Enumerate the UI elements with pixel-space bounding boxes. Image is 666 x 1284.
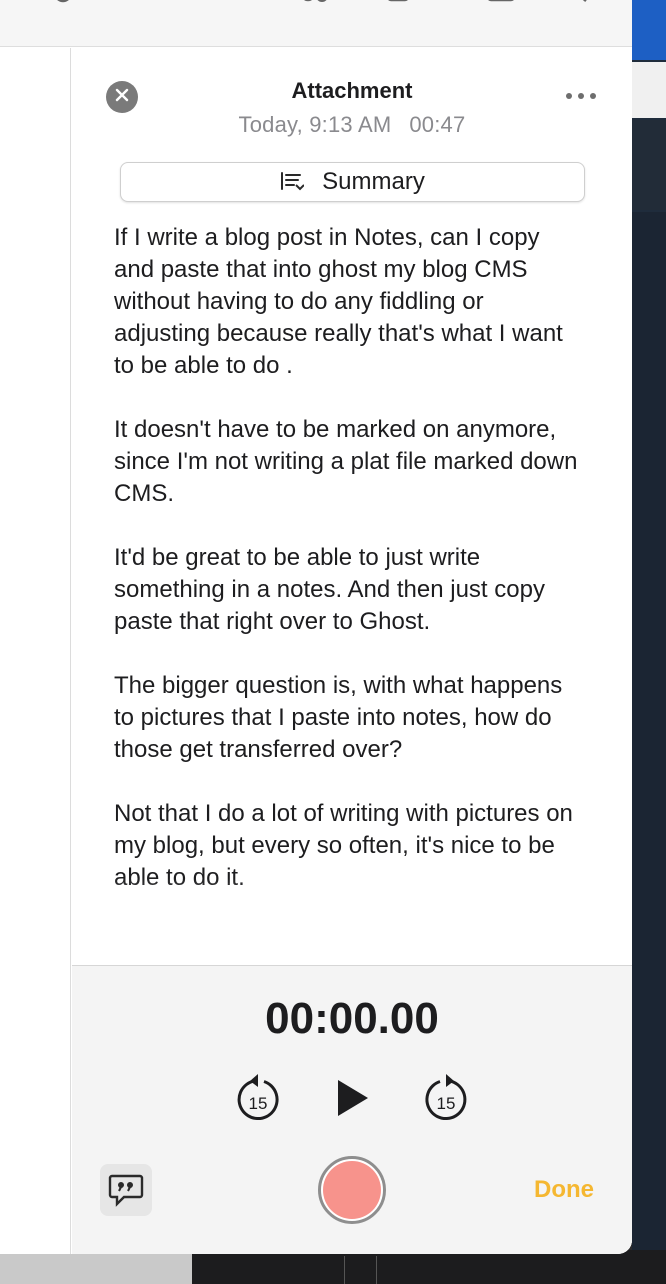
play-button[interactable] [334,1078,372,1118]
transcript-toggle-button[interactable] [100,1164,152,1216]
summary-label: Summary [322,168,425,195]
desktop-background [632,0,666,1284]
transcript-quote-bubble-icon [108,1174,144,1207]
skip-forward-button[interactable]: 15 [422,1074,470,1124]
summary-list-icon [280,171,305,193]
skip-back-15-icon: 15 [237,1074,279,1121]
attachment-panel: Attachment Today, 9:13 AM 00:47 Summary I… [72,48,632,1254]
attachment-meta: Today, 9:13 AM 00:47 [72,112,632,138]
play-icon [338,1080,368,1116]
skip-back-button[interactable]: 15 [234,1074,282,1124]
notes-toolbar [0,0,632,47]
ellipsis-icon [564,93,598,110]
skip-forward-15-icon: 15 [425,1074,467,1121]
attachment-date: Today, 9:13 AM [238,112,392,137]
transcript-paragraph: Not that I do a lot of writing with pict… [114,800,573,891]
audio-player: 00:00.00 15 15 Done [72,965,632,1254]
record-icon [323,1161,381,1219]
share-add-icon[interactable] [298,0,328,12]
transcript-paragraph: If I write a blog post in Notes, can I c… [114,224,563,379]
summary-button[interactable]: Summary [120,162,585,202]
attachment-duration: 00:47 [409,112,466,137]
playback-time: 00:00.00 [265,994,439,1043]
svg-text:15: 15 [249,1094,268,1113]
transcript-paragraph: It'd be great to be able to just write s… [114,544,545,635]
gallery-view-icon[interactable] [486,0,516,12]
note-editor-pane [0,48,71,1254]
record-button[interactable] [318,1156,386,1224]
more-options-button[interactable] [564,86,598,106]
transcript-text: If I write a blog post in Notes, can I c… [114,222,584,938]
search-icon[interactable] [562,0,592,12]
lock-note-icon[interactable] [383,0,413,12]
done-button[interactable]: Done [534,1176,594,1204]
attachment-title: Attachment [291,78,413,103]
collaborate-icon[interactable] [48,0,78,12]
notes-window: Attachment Today, 9:13 AM 00:47 Summary I… [0,0,632,1254]
svg-text:15: 15 [437,1094,456,1113]
desktop-dock-area [0,1250,666,1284]
transcript-paragraph: The bigger question is, with what happen… [114,672,563,763]
transcript-paragraph: It doesn't have to be marked on anymore,… [114,416,578,507]
